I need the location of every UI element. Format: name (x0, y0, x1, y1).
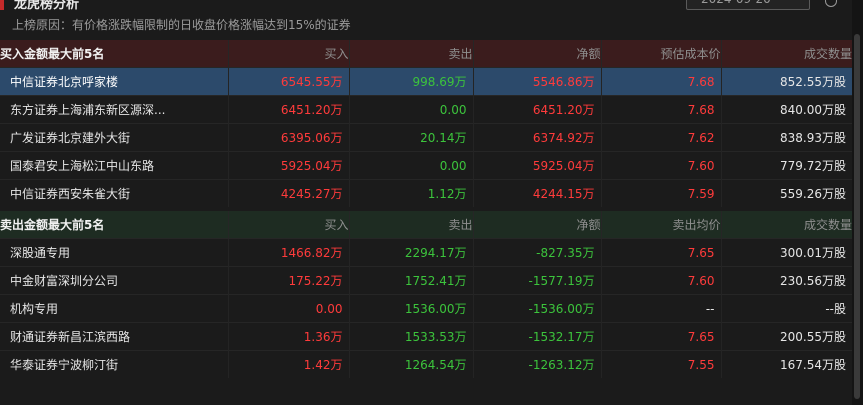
price-value: 7.60 (600, 266, 721, 295)
date-value: 2024-09-20 (701, 0, 771, 6)
volume-value: 200.55万股 (720, 322, 852, 351)
top-header: 龙虎榜分析 2024-09-20 (0, 0, 863, 10)
net-amount: 4244.15万 (472, 179, 601, 207)
volume-value: --股 (720, 294, 852, 323)
volume-value: 230.56万股 (720, 266, 852, 295)
broker-name: 华泰证券宁波柳汀街 (0, 350, 228, 378)
buy-amount: 4245.27万 (227, 179, 349, 207)
buy-amount: 5925.04万 (227, 151, 349, 180)
buy-amount: 6395.06万 (227, 123, 349, 152)
net-amount: 5925.04万 (472, 151, 601, 180)
table-row[interactable]: 东方证券上海浦东新区源深... 6451.20万 0.00 6451.20万 7.68 8… (0, 95, 852, 124)
sell-amount: 0.00 (348, 151, 473, 180)
title-accent-bar (0, 0, 4, 10)
sell-amount: 1.12万 (348, 179, 473, 207)
buy-amount: 6545.55万 (227, 67, 349, 96)
col-header-volume[interactable]: 成交数量 (720, 40, 852, 68)
net-amount: -1577.19万 (472, 266, 601, 295)
sell-amount: 1752.41万 (348, 266, 473, 295)
volume-value: 167.54万股 (720, 350, 852, 378)
page-title: 龙虎榜分析 (14, 0, 80, 10)
price-value: 7.55 (600, 350, 721, 378)
broker-name: 中金财富深圳分公司 (0, 266, 228, 295)
broker-name: 广发证券北京建外大街 (0, 123, 228, 152)
broker-name: 财通证券新昌江滨西路 (0, 322, 228, 351)
table-row[interactable]: 华泰证券宁波柳汀街 1.42万 1264.54万 -1263.12万 7.55 167.5… (0, 350, 852, 378)
table-row[interactable]: 机构专用 0.00 1536.00万 -1536.00万 -- --股 (0, 294, 852, 323)
volume-value: 779.72万股 (720, 151, 852, 180)
net-amount: -1536.00万 (472, 294, 601, 323)
price-value: 7.59 (600, 179, 721, 207)
sell-amount: 1264.54万 (348, 350, 473, 378)
price-value: 7.60 (600, 151, 721, 180)
net-amount: -1532.17万 (472, 322, 601, 351)
net-amount: 6374.92万 (472, 123, 601, 152)
price-value: -- (600, 294, 721, 323)
table-row[interactable]: 深股通专用 1466.82万 2294.17万 -827.35万 7.65 300.01万… (0, 238, 852, 267)
col-header-buy[interactable]: 买入 (227, 211, 349, 239)
col-header-net[interactable]: 净额 (472, 40, 601, 68)
col-header-sell[interactable]: 卖出 (348, 211, 473, 239)
table-row[interactable]: 广发证券北京建外大街 6395.06万 20.14万 6374.92万 7.62 838.… (0, 123, 852, 152)
broker-name: 深股通专用 (0, 238, 228, 267)
table-row[interactable]: 财通证券新昌江滨西路 1.36万 1533.53万 -1532.17万 7.65 200.… (0, 322, 852, 351)
broker-name: 东方证券上海浦东新区源深... (0, 95, 228, 124)
buy-amount: 1.36万 (227, 322, 349, 351)
col-header-net[interactable]: 净额 (472, 211, 601, 239)
net-amount: -827.35万 (472, 238, 601, 267)
table-row[interactable]: 中金财富深圳分公司 175.22万 1752.41万 -1577.19万 7.60 230… (0, 266, 852, 295)
sell-amount: 0.00 (348, 95, 473, 124)
broker-name: 国泰君安上海松江中山东路 (0, 151, 228, 180)
volume-value: 852.55万股 (720, 67, 852, 96)
buy-section-title: 买入金额最大前5名 (0, 40, 228, 68)
volume-value: 838.93万股 (720, 123, 852, 152)
col-header-sell[interactable]: 卖出 (348, 40, 473, 68)
buy-top5-table: 买入金额最大前5名 买入 卖出 净额 预估成本价 成交数量 中信证券北京呼家楼 6… (0, 40, 852, 207)
table-row[interactable]: 中信证券北京呼家楼 6545.55万 998.69万 5546.86万 7.68 852.… (0, 67, 852, 96)
scrollbar-thumb[interactable] (854, 34, 860, 399)
volume-value: 559.26万股 (720, 179, 852, 207)
table-row[interactable]: 国泰君安上海松江中山东路 5925.04万 0.00 5925.04万 7.60 779.… (0, 151, 852, 180)
net-amount: 6451.20万 (472, 95, 601, 124)
buy-amount: 175.22万 (227, 266, 349, 295)
volume-value: 300.01万股 (720, 238, 852, 267)
date-picker[interactable]: 2024-09-20 (686, 0, 810, 10)
table-row[interactable]: 中信证券西安朱雀大街 4245.27万 1.12万 4244.15万 7.59 559.2… (0, 179, 852, 207)
sell-amount: 2294.17万 (348, 238, 473, 267)
col-header-volume[interactable]: 成交数量 (720, 211, 852, 239)
buy-header-row: 买入金额最大前5名 买入 卖出 净额 预估成本价 成交数量 (0, 40, 852, 68)
col-header-est-cost[interactable]: 预估成本价 (600, 40, 721, 68)
sell-amount: 1536.00万 (348, 294, 473, 323)
net-amount: -1263.12万 (472, 350, 601, 378)
listing-reason: 上榜原因：有价格涨跌幅限制的日收盘价格涨幅达到15%的证券 (12, 18, 351, 32)
sell-header-row: 卖出金额最大前5名 买入 卖出 净额 卖出均价 成交数量 (0, 211, 852, 239)
info-icon[interactable] (825, 0, 837, 7)
price-value: 7.68 (600, 67, 721, 96)
price-value: 7.62 (600, 123, 721, 152)
col-header-buy[interactable]: 买入 (227, 40, 349, 68)
buy-amount: 1.42万 (227, 350, 349, 378)
broker-name: 中信证券北京呼家楼 (0, 67, 228, 96)
sell-section-title: 卖出金额最大前5名 (0, 211, 228, 239)
col-header-avg-price[interactable]: 卖出均价 (600, 211, 721, 239)
price-value: 7.65 (600, 322, 721, 351)
buy-amount: 0.00 (227, 294, 349, 323)
sell-amount: 1533.53万 (348, 322, 473, 351)
buy-amount: 6451.20万 (227, 95, 349, 124)
volume-value: 840.00万股 (720, 95, 852, 124)
price-value: 7.68 (600, 95, 721, 124)
broker-name: 中信证券西安朱雀大街 (0, 179, 228, 207)
net-amount: 5546.86万 (472, 67, 601, 96)
sell-amount: 998.69万 (348, 67, 473, 96)
buy-amount: 1466.82万 (227, 238, 349, 267)
sell-amount: 20.14万 (348, 123, 473, 152)
sell-top5-table: 卖出金额最大前5名 买入 卖出 净额 卖出均价 成交数量 深股通专用 1466.8… (0, 211, 852, 378)
price-value: 7.65 (600, 238, 721, 267)
broker-name: 机构专用 (0, 294, 228, 323)
